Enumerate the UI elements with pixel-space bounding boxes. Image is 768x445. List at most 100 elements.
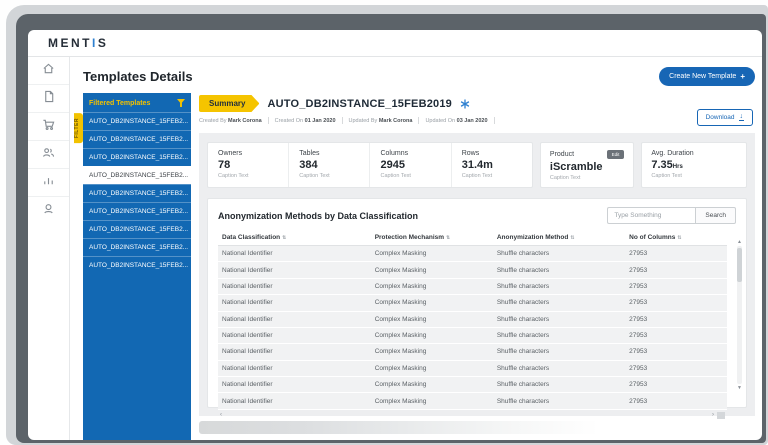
cell-protection-mechanism: Complex Masking: [371, 312, 493, 327]
scroll-down-icon[interactable]: ▼: [737, 385, 742, 391]
table-row[interactable]: National Identifier Complex Masking Shuf…: [218, 377, 727, 393]
stat-card: Rows 31.4m Caption Text: [451, 143, 532, 187]
cell-data-classification: National Identifier: [218, 262, 371, 277]
table-row[interactable]: National Identifier Complex Masking Shuf…: [218, 361, 727, 377]
table-row[interactable]: National Identifier Complex Masking Shuf…: [218, 246, 727, 262]
stat-caption: Caption Text: [462, 173, 522, 179]
scrollbar-thumb[interactable]: [737, 248, 742, 282]
cell-anonymization-method: Shuffle characters: [493, 295, 625, 310]
cell-protection-mechanism: Complex Masking: [371, 279, 493, 294]
page-scrollbar[interactable]: [199, 421, 607, 434]
scrollbar-corner[interactable]: [717, 412, 725, 419]
meta-item: Updated By Mark Corona: [349, 118, 413, 124]
stat-caption: Caption Text: [218, 173, 278, 179]
file-icon: [43, 90, 55, 108]
filter-tab[interactable]: FILTER: [74, 113, 83, 143]
data-table: Data Classification⇅ Protection Mechanis…: [218, 231, 736, 403]
template-item[interactable]: AUTO_DB2INSTANCE_15FEB2...: [83, 256, 191, 274]
product-value: iScramble: [550, 161, 624, 173]
cell-anonymization-method: Shuffle characters: [493, 328, 625, 343]
stats-row: Owners 78 Caption Text Tables 384: [207, 142, 747, 188]
table-row[interactable]: National Identifier Complex Masking Shuf…: [218, 328, 727, 344]
product-badge[interactable]: Edit: [607, 150, 625, 159]
sidebar-item-cart[interactable]: [28, 113, 69, 141]
column-header[interactable]: Data Classification⇅: [218, 231, 371, 245]
cell-anonymization-method: Shuffle characters: [493, 377, 625, 392]
stat-value: 31.4m: [462, 159, 522, 171]
stat-label: Owners: [218, 150, 278, 157]
tab-summary[interactable]: Summary: [199, 95, 259, 112]
sidebar-item-documents[interactable]: [28, 85, 69, 113]
cell-protection-mechanism: Complex Masking: [371, 246, 493, 261]
template-list: AUTO_DB2INSTANCE_15FEB2...AUTO_DB2INSTAN…: [83, 112, 191, 274]
template-item[interactable]: AUTO_DB2INSTANCE_15FEB2...: [83, 166, 191, 184]
table-row[interactable]: National Identifier Complex Masking Shuf…: [218, 393, 727, 409]
meta-separator: [342, 117, 343, 124]
filter-icon[interactable]: [177, 99, 185, 107]
sidebar-item-users[interactable]: [28, 141, 69, 169]
cell-protection-mechanism: Complex Masking: [371, 295, 493, 310]
stat-label: Tables: [299, 150, 359, 157]
content-area: Owners 78 Caption Text Tables 384: [199, 133, 755, 416]
horizontal-scrollbar: ‹ ›: [218, 410, 727, 420]
scrollbar-track[interactable]: [737, 246, 742, 384]
create-new-template-button[interactable]: Create New Template +: [659, 67, 755, 86]
sort-icon: ⇅: [446, 235, 450, 241]
search-input[interactable]: [607, 207, 695, 224]
sidebar-item-home[interactable]: [28, 57, 69, 85]
download-button[interactable]: Download ↓: [697, 109, 753, 126]
template-item[interactable]: AUTO_DB2INSTANCE_15FEB2...: [83, 130, 191, 148]
cell-no-of-columns: 27953: [625, 295, 727, 310]
table-row[interactable]: National Identifier Complex Masking Shuf…: [218, 344, 727, 360]
template-item[interactable]: AUTO_DB2INSTANCE_15FEB2...: [83, 112, 191, 130]
app-window: MENTIS: [28, 30, 762, 440]
table-row[interactable]: National Identifier Complex Masking Shuf…: [218, 295, 727, 311]
sidebar-item-analytics[interactable]: [28, 169, 69, 197]
scroll-up-icon[interactable]: ▲: [737, 239, 742, 245]
summary-block: Summary AUTO_DB2INSTANCE_15FEB2019: [199, 93, 755, 124]
product-card: Product Edit iScramble Caption Text: [540, 142, 634, 188]
cell-anonymization-method: Shuffle characters: [493, 312, 625, 327]
sort-icon: ⇅: [677, 235, 681, 241]
scroll-left-icon[interactable]: ‹: [220, 412, 222, 418]
table-body: National Identifier Complex Masking Shuf…: [218, 246, 727, 410]
meta-separator: [418, 117, 419, 124]
cell-no-of-columns: 27953: [625, 312, 727, 327]
product-label: Product: [550, 151, 574, 158]
stat-caption: Caption Text: [380, 173, 440, 179]
cell-anonymization-method: Shuffle characters: [493, 393, 625, 408]
meta-separator: [494, 117, 495, 124]
cell-no-of-columns: 27953: [625, 328, 727, 343]
plus-icon: +: [740, 72, 745, 81]
cell-protection-mechanism: Complex Masking: [371, 361, 493, 376]
cell-protection-mechanism: Complex Masking: [371, 328, 493, 343]
template-item[interactable]: AUTO_DB2INSTANCE_15FEB2...: [83, 238, 191, 256]
mentis-logo[interactable]: MENTIS: [48, 36, 108, 50]
cell-no-of-columns: 27953: [625, 344, 727, 359]
table-row[interactable]: National Identifier Complex Masking Shuf…: [218, 262, 727, 278]
table-row[interactable]: National Identifier Complex Masking Shuf…: [218, 312, 727, 328]
template-item[interactable]: AUTO_DB2INSTANCE_15FEB2...: [83, 184, 191, 202]
duration-label: Avg. Duration: [651, 150, 737, 157]
template-item[interactable]: AUTO_DB2INSTANCE_15FEB2...: [83, 220, 191, 238]
stat-label: Columns: [380, 150, 440, 157]
template-item[interactable]: AUTO_DB2INSTANCE_15FEB2...: [83, 202, 191, 220]
template-item[interactable]: AUTO_DB2INSTANCE_15FEB2...: [83, 148, 191, 166]
cell-no-of-columns: 27953: [625, 262, 727, 277]
cell-data-classification: National Identifier: [218, 393, 371, 408]
cell-protection-mechanism: Complex Masking: [371, 262, 493, 277]
table-row[interactable]: National Identifier Complex Masking Shuf…: [218, 279, 727, 295]
search-button[interactable]: Search: [695, 207, 736, 224]
cell-data-classification: National Identifier: [218, 312, 371, 327]
cell-data-classification: National Identifier: [218, 361, 371, 376]
duration-caption: Caption Text: [651, 173, 737, 179]
cell-no-of-columns: 27953: [625, 246, 727, 261]
column-header[interactable]: Protection Mechanism⇅: [371, 231, 493, 245]
stat-caption: Caption Text: [299, 173, 359, 179]
scroll-right-icon[interactable]: ›: [712, 412, 714, 418]
logo-bar: MENTIS: [28, 30, 762, 57]
column-header[interactable]: Anonymization Method⇅: [493, 231, 625, 245]
stat-label: Rows: [462, 150, 522, 157]
column-header[interactable]: No of Columns⇅: [625, 231, 727, 245]
sidebar-item-support[interactable]: [28, 197, 69, 225]
